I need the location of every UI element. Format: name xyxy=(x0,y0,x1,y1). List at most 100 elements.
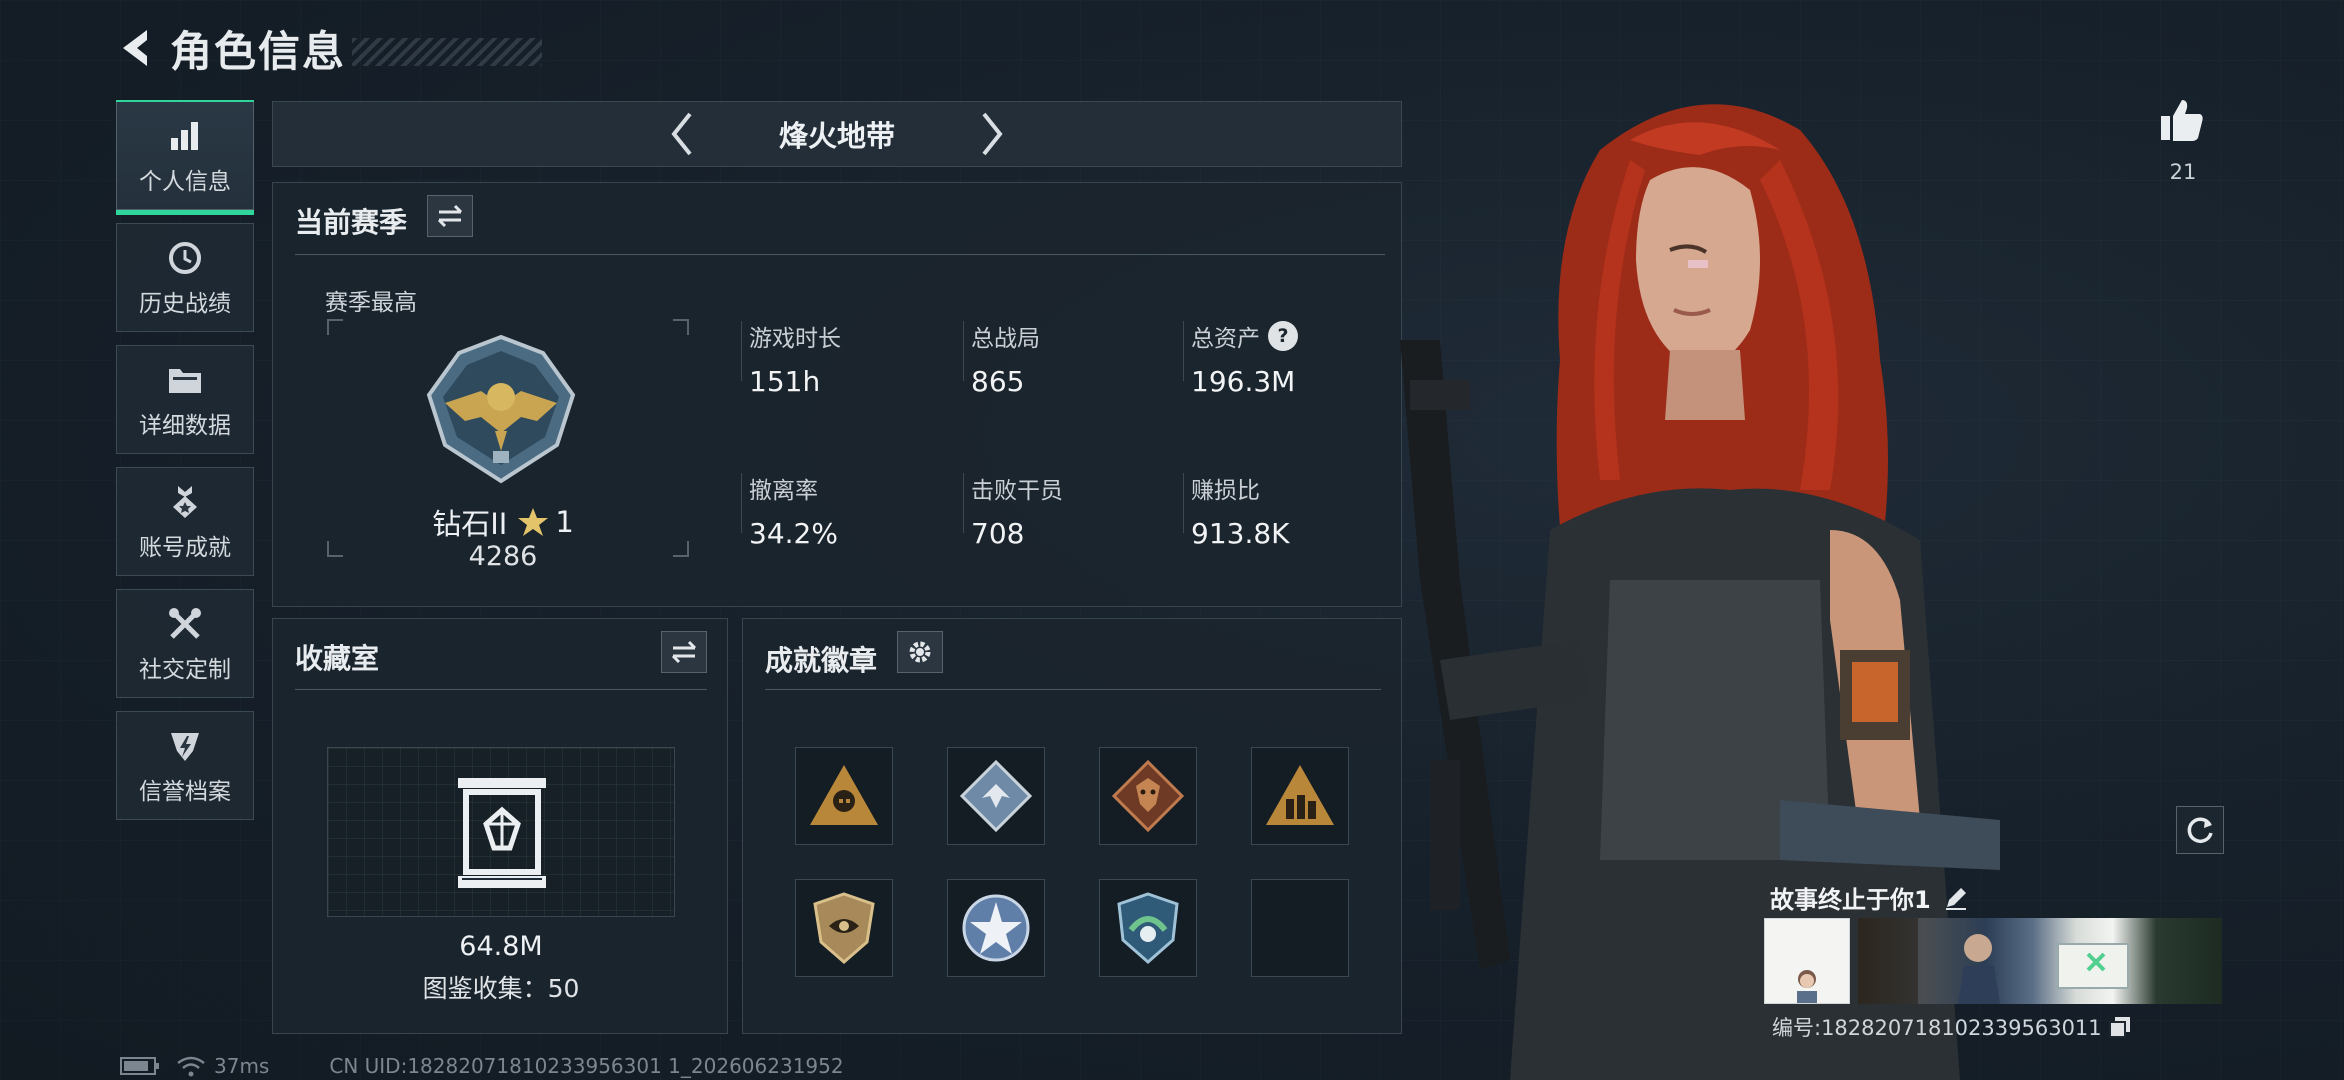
refresh-icon xyxy=(2187,817,2213,843)
chevron-left-icon xyxy=(671,112,692,156)
title-decoration xyxy=(352,38,543,66)
achievement-badge[interactable] xyxy=(795,879,893,977)
stat-label: 击败干员 xyxy=(971,478,1063,504)
sidebar-item-label: 详细数据 xyxy=(139,412,231,439)
bar-chart-icon xyxy=(165,116,205,156)
stat-operators-defeated: 击败干员 708 xyxy=(971,471,1063,550)
stat-value: 196.3M xyxy=(1191,365,1296,398)
catalog-count: 图鉴收集：50 xyxy=(422,974,580,1003)
sidebar-item-label: 个人信息 xyxy=(139,168,231,195)
season-title: 当前赛季 xyxy=(295,206,408,239)
stat-value: 708 xyxy=(971,517,1025,550)
mode-name: 烽火地带 xyxy=(778,119,895,153)
stat-value: 865 xyxy=(971,365,1025,398)
sidebar-item-label: 社交定制 xyxy=(139,656,231,683)
sidebar-item-history[interactable]: 历史战绩 xyxy=(116,223,254,332)
stat-value: 151h xyxy=(749,365,821,398)
pyramid-figures-badge-icon xyxy=(1266,765,1334,825)
sidebar-item-credit-record[interactable]: 信誉档案 xyxy=(116,711,254,820)
stat-value: 34.2% xyxy=(749,517,838,550)
player-id-row: 编号:18282071810233956301​1 xyxy=(1772,1012,2132,1042)
back-arrow-icon xyxy=(123,30,147,66)
rank-emblem-icon xyxy=(425,333,577,485)
stat-profit-loss-ratio: 赚损比 913.8K xyxy=(1191,471,1290,550)
collection-panel: 收藏室 64.8M 图鉴收集：50 xyxy=(272,618,728,1034)
stat-label: 总资产 xyxy=(1191,326,1260,352)
gear-icon xyxy=(909,641,931,663)
uid-text: CN UID:18282071810233956301 1_2026062319… xyxy=(329,1054,844,1078)
battery-icon xyxy=(120,1057,159,1075)
achievement-badge[interactable] xyxy=(1251,747,1349,845)
back-button[interactable] xyxy=(110,23,160,73)
frame-corner xyxy=(673,319,689,335)
sidebar-item-social-custom[interactable]: 社交定制 xyxy=(116,589,254,698)
prev-mode-button[interactable] xyxy=(657,106,707,162)
achievement-badge[interactable] xyxy=(1099,879,1197,977)
stat-extraction-rate: 撤离率 34.2% xyxy=(749,471,838,550)
sidebar-item-detailed-data[interactable]: 详细数据 xyxy=(116,345,254,454)
player-nickname: 故事终止于你1 xyxy=(1770,886,1931,914)
season-divider xyxy=(295,254,1385,255)
star-circle-badge-icon xyxy=(962,894,1030,962)
sidebar-item-label: 信誉档案 xyxy=(139,778,231,805)
season-panel: 当前赛季 赛季最高 钻石II 1 4286 游戏时长 151h 总战局 865 … xyxy=(272,182,1402,607)
collection-divider xyxy=(295,689,707,690)
dragon-diamond-badge-icon xyxy=(1111,759,1185,833)
stat-separator xyxy=(963,321,964,381)
season-best-label: 赛季最高 xyxy=(325,290,417,316)
stat-separator xyxy=(1183,473,1184,533)
frame-corner xyxy=(327,319,343,335)
achievements-settings-button[interactable] xyxy=(897,631,943,673)
achievement-badge[interactable] xyxy=(947,747,1045,845)
rank-info: 钻石II 1 xyxy=(343,501,663,543)
next-mode-button[interactable] xyxy=(967,106,1017,162)
like-count: 21 xyxy=(2169,160,2197,184)
collection-display[interactable] xyxy=(327,747,675,917)
achievements-divider xyxy=(765,689,1381,690)
display-case-icon xyxy=(452,774,552,898)
sidebar-item-achievements[interactable]: 账号成就 xyxy=(116,467,254,576)
stat-separator xyxy=(1183,321,1184,381)
help-icon[interactable]: ? xyxy=(1268,321,1298,351)
achievement-badge[interactable] xyxy=(795,747,893,845)
stat-separator xyxy=(741,473,742,533)
history-clock-icon xyxy=(165,238,205,278)
stat-separator xyxy=(741,321,742,381)
status-bar: 37ms CN UID:18282071810233956301 1_20260… xyxy=(120,1054,844,1078)
stat-total-matches: 总战局 865 xyxy=(971,319,1040,398)
copy-icon[interactable] xyxy=(2108,1015,2132,1039)
achievement-badge[interactable] xyxy=(947,879,1045,977)
stat-label: 游戏时长 xyxy=(749,326,841,352)
stat-label: 撤离率 xyxy=(749,478,818,504)
eye-shield-badge-icon xyxy=(813,892,875,964)
achievement-badge-empty[interactable] xyxy=(1251,879,1349,977)
diamond-bird-badge-icon xyxy=(959,759,1033,833)
page-title: 角色信息 xyxy=(170,26,347,76)
medal-icon xyxy=(165,482,205,522)
avatar[interactable] xyxy=(1764,918,1850,1004)
sidebar: 个人信息 历史战绩 详细数据 账号成就 社交定制 信誉档案 xyxy=(116,100,254,833)
green-emblem-badge-icon xyxy=(1117,892,1179,964)
thumbs-up-icon xyxy=(2161,100,2203,141)
achievement-badge[interactable] xyxy=(1099,747,1197,845)
achievements-title: 成就徽章 xyxy=(765,644,878,677)
collection-value: 64.8M xyxy=(459,931,543,962)
frame-corner xyxy=(673,541,689,557)
page-header: 角色信息 xyxy=(110,18,543,78)
like-button[interactable] xyxy=(2158,96,2208,146)
chevron-right-icon xyxy=(982,112,1003,156)
rank-stars: 1 xyxy=(555,505,574,539)
collection-switch-button[interactable] xyxy=(661,631,707,673)
sidebar-item-label: 账号成就 xyxy=(139,534,231,561)
nickname-row: 故事终止于你1 xyxy=(1770,880,1969,915)
avatar-figure-icon xyxy=(1797,970,1817,1003)
sidebar-item-personal-info[interactable]: 个人信息 xyxy=(116,100,254,215)
profile-banner[interactable] xyxy=(1858,918,2222,1004)
frame-corner xyxy=(327,541,343,557)
rank-points: 4286 xyxy=(468,541,538,572)
edit-pencil-icon[interactable] xyxy=(1943,885,1969,911)
achievements-panel: 成就徽章 xyxy=(742,618,1402,1034)
rotate-model-button[interactable] xyxy=(2176,806,2224,854)
stat-separator xyxy=(963,473,964,533)
season-switch-button[interactable] xyxy=(427,195,473,237)
